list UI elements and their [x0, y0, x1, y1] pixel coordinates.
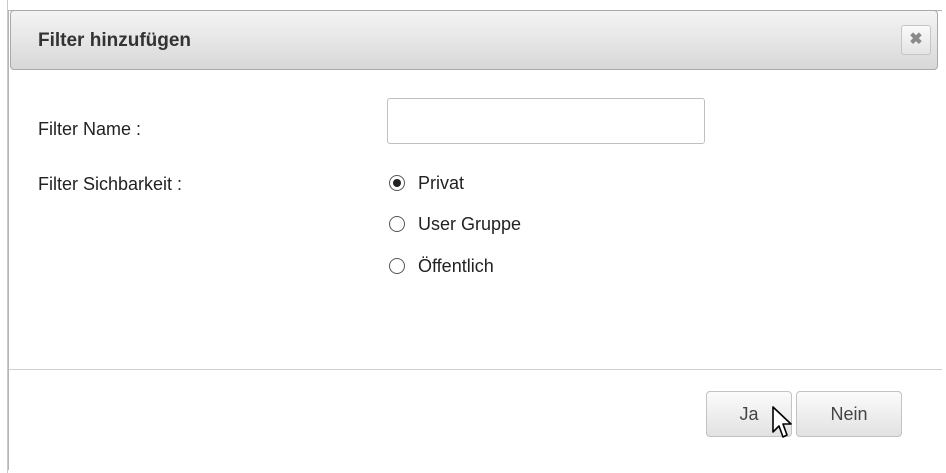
- dialog-title: Filter hinzufügen: [38, 30, 192, 51]
- filter-name-label: Filter Name :: [38, 119, 142, 139]
- radio-label-user-gruppe: User Gruppe: [418, 213, 522, 234]
- close-icon: ✖: [909, 31, 923, 48]
- radio-button-checked[interactable]: [389, 175, 405, 191]
- radio-label-privat: Privat: [418, 172, 465, 193]
- radio-button[interactable]: [389, 258, 405, 274]
- radio-button[interactable]: [389, 216, 405, 232]
- footer-divider: [9, 369, 942, 370]
- radio-option-user-gruppe[interactable]: User Gruppe: [389, 212, 521, 236]
- radio-option-privat[interactable]: Privat: [389, 171, 464, 195]
- filter-name-input[interactable]: [387, 98, 705, 144]
- dialog-titlebar[interactable]: Filter hinzufügen ✖: [10, 10, 938, 70]
- radio-option-oeffentlich[interactable]: Öffentlich: [389, 254, 494, 278]
- filter-visibility-label: Filter Sichbarkeit :: [38, 174, 183, 194]
- window-edge: [0, 0, 8, 473]
- close-button[interactable]: ✖: [901, 25, 931, 55]
- no-button[interactable]: Nein: [796, 391, 902, 437]
- mouse-cursor-icon: [772, 406, 792, 438]
- radio-label-oeffentlich: Öffentlich: [418, 255, 494, 276]
